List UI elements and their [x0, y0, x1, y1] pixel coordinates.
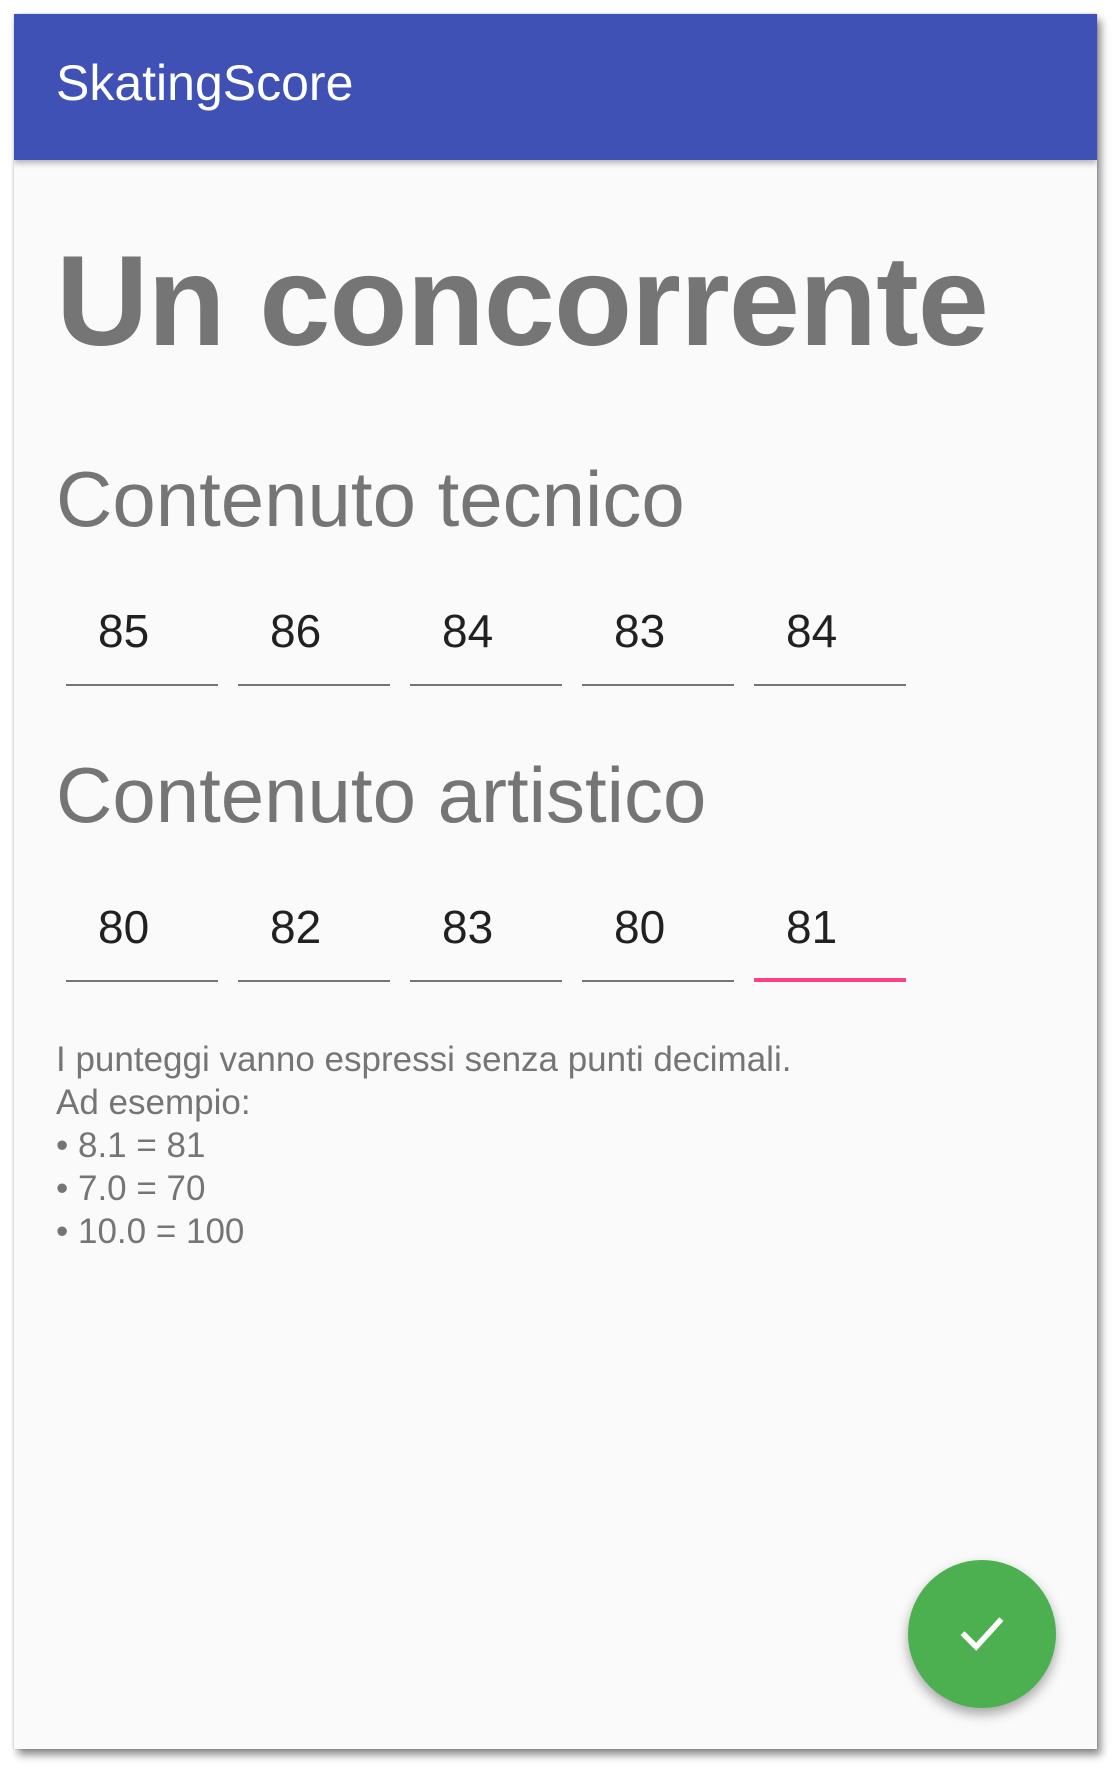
technical-score-value: 84 — [442, 605, 494, 657]
technical-score-field[interactable]: 85 — [66, 590, 218, 686]
artistic-score-field[interactable]: 82 — [238, 886, 390, 982]
main-content: Un concorrente Contenuto tecnico 85 86 8… — [14, 160, 1097, 1749]
artistic-score-value: 81 — [786, 901, 838, 953]
app-title: SkatingScore — [56, 55, 354, 111]
artistic-score-field[interactable]: 80 — [582, 886, 734, 982]
app-bar: SkatingScore — [14, 14, 1097, 160]
technical-score-value: 83 — [614, 605, 666, 657]
hint-line: I punteggi vanno espressi senza punti de… — [56, 1040, 792, 1079]
artistic-score-field[interactable]: 80 — [66, 886, 218, 982]
artistic-score-value: 80 — [614, 901, 666, 953]
check-icon — [960, 1617, 1004, 1651]
hint-line: • 10.0 = 100 — [56, 1212, 245, 1251]
score-format-hint: I punteggi vanno espressi senza punti de… — [56, 1038, 791, 1253]
technical-score-value: 86 — [270, 605, 322, 657]
artistic-score-field[interactable]: 83 — [410, 886, 562, 982]
technical-score-value: 84 — [786, 605, 838, 657]
technical-score-field[interactable]: 83 — [582, 590, 734, 686]
artistic-content-heading: Contenuto artistico — [56, 751, 707, 839]
technical-score-field[interactable]: 84 — [754, 590, 906, 686]
hint-line: Ad esempio: — [56, 1083, 251, 1122]
technical-score-value: 85 — [98, 605, 150, 657]
artistic-score-field-focused[interactable]: 81 — [754, 886, 906, 982]
technical-score-field[interactable]: 84 — [410, 590, 562, 686]
app-screen: SkatingScore Un concorrente Contenuto te… — [14, 14, 1097, 1749]
technical-content-heading: Contenuto tecnico — [56, 455, 685, 543]
technical-score-row: 85 86 84 83 84 — [66, 590, 906, 686]
page-title: Un concorrente — [56, 230, 989, 373]
technical-score-field[interactable]: 86 — [238, 590, 390, 686]
artistic-score-row: 80 82 83 80 81 — [66, 886, 906, 982]
confirm-fab-button[interactable] — [908, 1560, 1056, 1708]
hint-line: • 7.0 = 70 — [56, 1169, 206, 1208]
artistic-score-value: 80 — [98, 901, 150, 953]
artistic-score-value: 82 — [270, 901, 322, 953]
artistic-score-value: 83 — [442, 901, 494, 953]
hint-line: • 8.1 = 81 — [56, 1126, 206, 1165]
